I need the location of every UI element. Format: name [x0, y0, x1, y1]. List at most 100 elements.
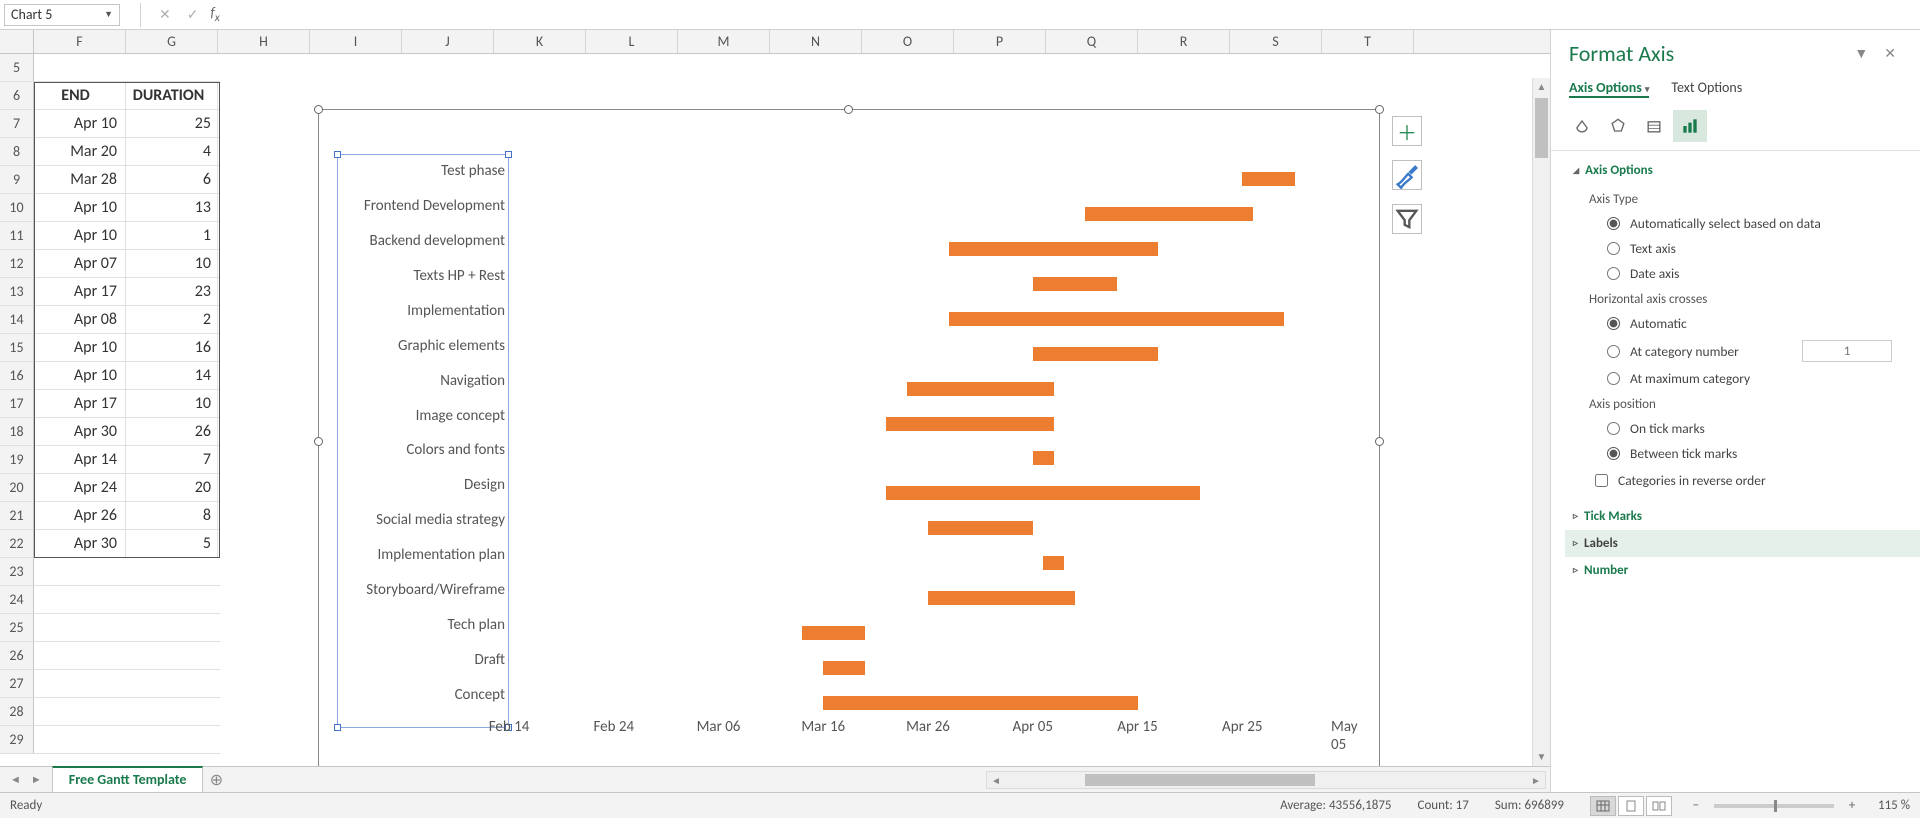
column-header[interactable]: I — [310, 30, 402, 53]
chk-reverse-categories[interactable]: Categories in reverse order — [1589, 466, 1910, 493]
cell[interactable]: 1 — [126, 222, 218, 249]
cell[interactable]: Mar 20 — [34, 138, 126, 165]
gantt-bar[interactable] — [907, 382, 1054, 396]
row-header[interactable]: 10 — [0, 194, 34, 222]
tab-nav-next[interactable]: ► — [31, 773, 42, 786]
name-box[interactable]: Chart 5 ▼ — [4, 4, 120, 26]
opt-hax-max[interactable]: At maximum category — [1589, 366, 1910, 391]
cell[interactable]: Apr 30 — [34, 530, 126, 557]
scroll-down-button[interactable]: ▼ — [1533, 748, 1550, 766]
axis-options-icon[interactable] — [1673, 110, 1707, 142]
cell[interactable]: 23 — [126, 278, 218, 305]
tab-axis-options[interactable]: Axis Options▾ — [1569, 79, 1649, 98]
row-header[interactable]: 11 — [0, 222, 34, 250]
cell[interactable]: 5 — [126, 530, 218, 557]
sheet-tab-active[interactable]: Free Gantt Template — [52, 766, 204, 792]
gantt-bar[interactable] — [928, 591, 1075, 605]
cell[interactable]: Apr 24 — [34, 474, 126, 501]
gantt-chart-object[interactable]: Test phaseFrontend DevelopmentBackend de… — [318, 109, 1380, 766]
column-header[interactable]: G — [126, 30, 218, 53]
cell[interactable]: Apr 17 — [34, 390, 126, 417]
panel-close-button[interactable]: ✕ — [1876, 41, 1904, 66]
chart-plot-area[interactable] — [509, 162, 1347, 720]
size-properties-icon[interactable] — [1637, 110, 1671, 142]
column-header[interactable]: S — [1230, 30, 1322, 53]
row-header[interactable]: 17 — [0, 390, 34, 418]
chart-filters-button[interactable] — [1392, 204, 1422, 234]
row-header[interactable]: 28 — [0, 698, 34, 726]
gantt-bar[interactable] — [802, 626, 865, 640]
row-header[interactable]: 12 — [0, 250, 34, 278]
gantt-bar[interactable] — [928, 521, 1033, 535]
column-header[interactable]: H — [218, 30, 310, 53]
vertical-scrollbar[interactable]: ▲ ▼ — [1532, 78, 1550, 766]
column-header[interactable]: R — [1138, 30, 1230, 53]
row-header[interactable]: 18 — [0, 418, 34, 446]
row-header[interactable]: 26 — [0, 642, 34, 670]
gantt-bar[interactable] — [949, 242, 1159, 256]
row-header[interactable]: 15 — [0, 334, 34, 362]
row-header[interactable]: 27 — [0, 670, 34, 698]
cell[interactable]: Apr 17 — [34, 278, 126, 305]
row-header[interactable]: 8 — [0, 138, 34, 166]
cell[interactable]: Apr 30 — [34, 418, 126, 445]
view-normal-button[interactable] — [1590, 796, 1616, 816]
fill-line-icon[interactable] — [1565, 110, 1599, 142]
cell[interactable]: Apr 10 — [34, 194, 126, 221]
row-header[interactable]: 21 — [0, 502, 34, 530]
cell[interactable]: Apr 26 — [34, 502, 126, 529]
row-header[interactable]: 14 — [0, 306, 34, 334]
section-axis-options[interactable]: Axis Options — [1565, 157, 1920, 184]
zoom-out-button[interactable]: − — [1688, 798, 1704, 813]
effects-icon[interactable] — [1601, 110, 1635, 142]
cell[interactable]: 20 — [126, 474, 218, 501]
opt-axispos-between[interactable]: Between tick marks — [1589, 441, 1910, 466]
hscroll-left[interactable]: ◄ — [987, 774, 1005, 787]
cell[interactable]: 10 — [126, 390, 218, 417]
scroll-thumb[interactable] — [1535, 98, 1548, 158]
opt-hax-catnum[interactable]: At category number — [1589, 336, 1910, 366]
row-header[interactable]: 29 — [0, 726, 34, 754]
gantt-bar[interactable] — [1043, 556, 1064, 570]
row-header[interactable]: 9 — [0, 166, 34, 194]
row-header[interactable]: 13 — [0, 278, 34, 306]
cell[interactable]: Apr 07 — [34, 250, 126, 277]
formula-input[interactable] — [228, 4, 1920, 26]
column-header[interactable]: F — [34, 30, 126, 53]
gantt-bar[interactable] — [949, 312, 1284, 326]
zoom-level[interactable]: 115 % — [1878, 798, 1910, 813]
hscroll-thumb[interactable] — [1085, 774, 1315, 786]
cell[interactable]: 25 — [126, 110, 218, 137]
row-header[interactable]: 19 — [0, 446, 34, 474]
row-header[interactable]: 23 — [0, 558, 34, 586]
column-header[interactable]: O — [862, 30, 954, 53]
cell[interactable]: 6 — [126, 166, 218, 193]
opt-axis-type-date[interactable]: Date axis — [1589, 261, 1910, 286]
cell[interactable]: 26 — [126, 418, 218, 445]
gantt-bar[interactable] — [1033, 277, 1117, 291]
gantt-bar[interactable] — [823, 661, 865, 675]
scroll-up-button[interactable]: ▲ — [1533, 78, 1550, 96]
row-header[interactable]: 6 — [0, 82, 34, 110]
chevron-down-icon[interactable]: ▼ — [104, 9, 113, 20]
column-header[interactable]: K — [494, 30, 586, 53]
zoom-slider[interactable] — [1714, 804, 1834, 808]
row-header[interactable]: 24 — [0, 586, 34, 614]
cell[interactable]: 7 — [126, 446, 218, 473]
chart-styles-button[interactable] — [1392, 160, 1422, 190]
zoom-in-button[interactable]: + — [1844, 798, 1860, 813]
column-header[interactable]: M — [678, 30, 770, 53]
opt-axispos-ontick[interactable]: On tick marks — [1589, 416, 1910, 441]
cell[interactable]: 8 — [126, 502, 218, 529]
opt-hax-auto[interactable]: Automatic — [1589, 311, 1910, 336]
opt-axis-type-auto[interactable]: Automatically select based on data — [1589, 211, 1910, 236]
hax-category-number-input[interactable] — [1802, 340, 1892, 362]
cell[interactable]: Apr 14 — [34, 446, 126, 473]
cell[interactable]: Apr 10 — [34, 222, 126, 249]
cell[interactable]: Apr 10 — [34, 334, 126, 361]
column-header[interactable]: L — [586, 30, 678, 53]
cell[interactable]: Apr 08 — [34, 306, 126, 333]
view-page-layout-button[interactable] — [1618, 796, 1644, 816]
section-labels[interactable]: Labels — [1565, 530, 1920, 557]
cell[interactable]: 16 — [126, 334, 218, 361]
